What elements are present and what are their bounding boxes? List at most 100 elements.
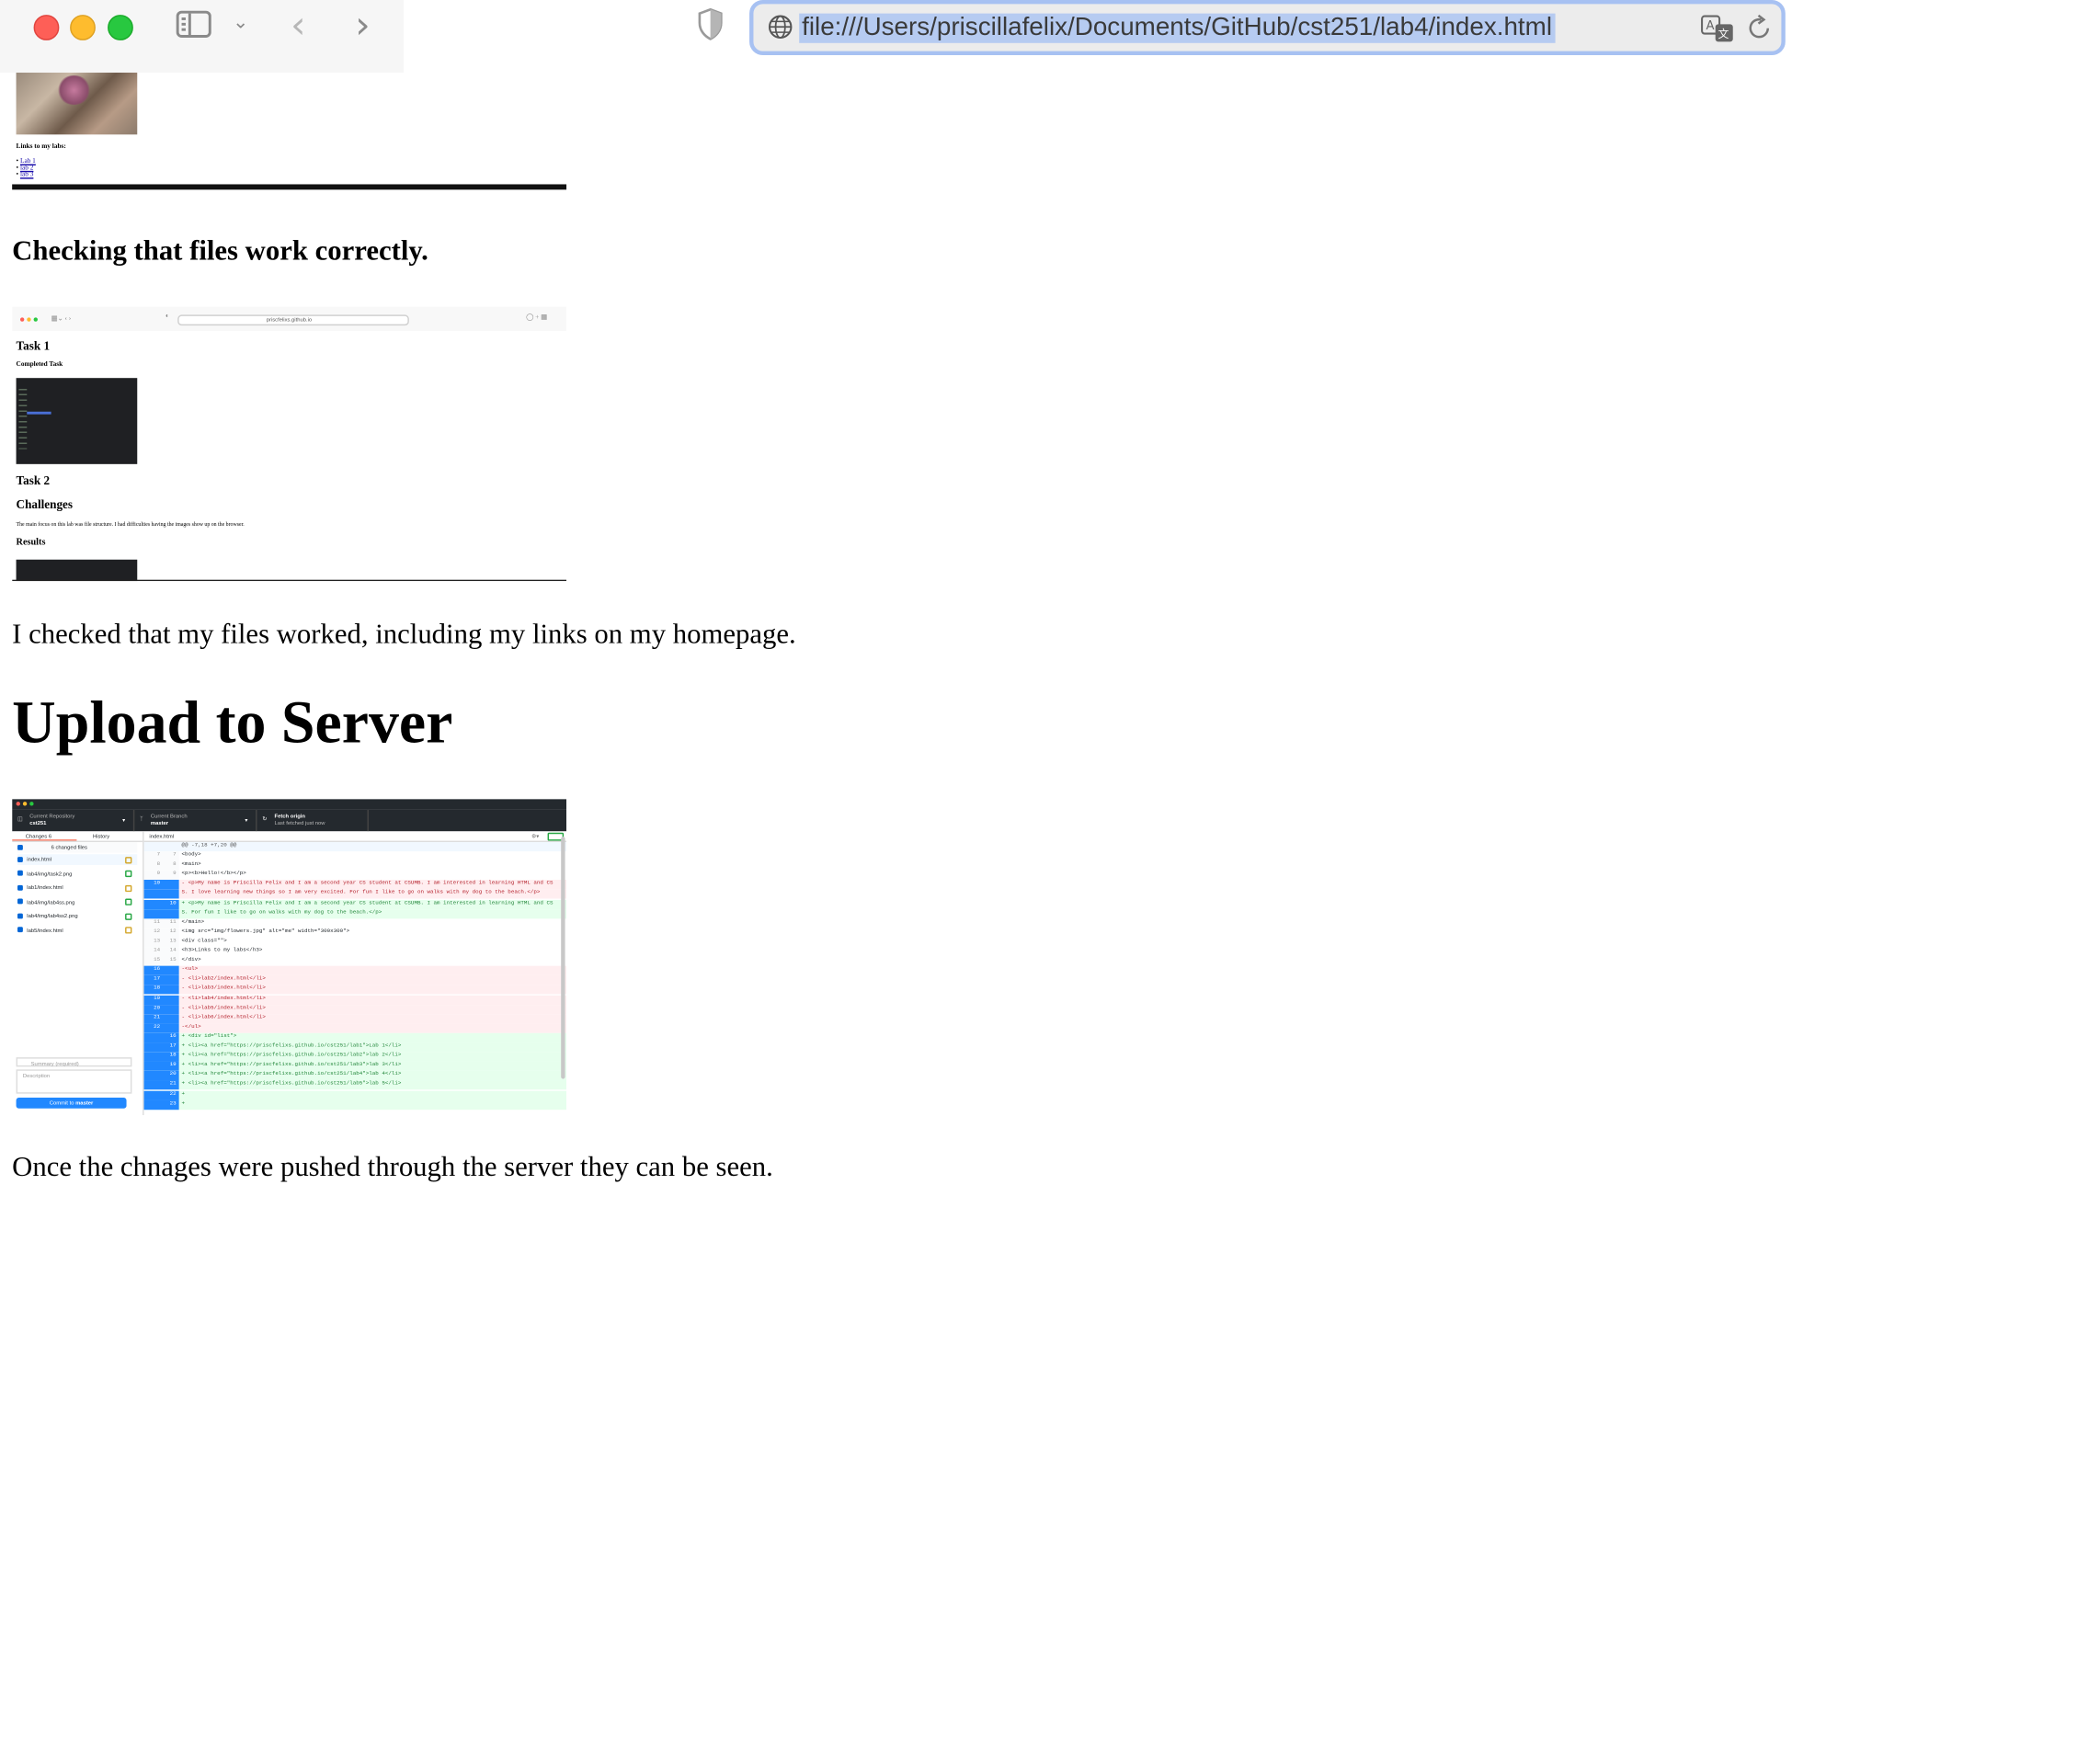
gd-file-checkbox — [17, 899, 23, 905]
sidebar-icon[interactable] — [176, 10, 211, 38]
links-heading: Links to my labs: — [16, 143, 66, 151]
gd-fetch-sub: Last fetched just now — [274, 819, 325, 826]
gd-diff-line: 18 + <li><a href="https://priscfelixs.git… — [143, 1052, 567, 1062]
gd-line-gutter: 14 14 — [143, 947, 179, 957]
github-desktop-screenshot: ◫ Current Repository cst251 ▾ ᛉ Current … — [12, 799, 567, 1116]
gd-line-gutter — [143, 889, 179, 900]
lab-page-screenshot: ▦⌄ ‹ › ◐ priscfelixs.github.io ◯ + ▦ Tas… — [12, 306, 567, 582]
gd-diff-line: 12 12 <img src="img/flowers.jpg" alt="me"… — [143, 928, 567, 938]
gd-diff-line: 19- <li>lab4/index.html</li> — [143, 995, 567, 1005]
gd-diff-panel: index.html ⚙▾ @@ -7,18 +7,20 @@ 77 <body… — [143, 831, 567, 1116]
checking-heading: Checking that files work correctly. — [12, 233, 428, 267]
gd-diff-line: 10 + <p>My name is Priscilla Felix and I … — [143, 899, 567, 909]
back-arrow-icon[interactable]: ‹ — [291, 3, 305, 47]
gd-file-status-badge — [125, 927, 132, 934]
gd-line-gutter: 99 — [143, 871, 179, 881]
gd-scrollbar — [561, 837, 565, 1079]
upload-caption: Once the chnages were pushed through the… — [12, 1150, 773, 1183]
task2-heading: Task 2 — [16, 473, 51, 487]
gd-repo-icon: ◫ — [17, 814, 23, 823]
mini-zoom-dot — [33, 317, 38, 322]
gd-line-gutter: 18 — [143, 1052, 179, 1062]
gd-diff-line: 13 13 <div class=""> — [143, 937, 567, 948]
gd-line-gutter: 19 — [143, 995, 179, 1005]
gd-branch-name: master — [150, 819, 169, 826]
svg-text:A: A — [1706, 19, 1714, 33]
gd-file-status-badge — [125, 856, 132, 863]
gd-sidebar: Changes 6 History 6 changed files index.… — [12, 831, 144, 1116]
gd-file-checkbox — [17, 884, 23, 891]
task1-heading: Task 1 — [16, 338, 51, 353]
gd-diff-line: 88 <main> — [143, 860, 567, 871]
forward-arrow-icon[interactable]: › — [355, 3, 370, 47]
gd-diff-line: 11 11 </main> — [143, 917, 567, 928]
completed-task-label: Completed Task — [16, 361, 63, 369]
gd-fetch-button: ↻ Fetch origin Last fetched just now — [257, 809, 369, 832]
chevron-down-icon[interactable]: ⌄ — [233, 12, 248, 33]
checking-caption: I checked that my files worked, includin… — [12, 617, 796, 650]
gd-tab-history: History — [92, 832, 110, 840]
gd-line-gutter: 17 — [143, 975, 179, 985]
url-text[interactable]: file:///Users/priscillafelix/Documents/G… — [799, 13, 1555, 43]
gd-diff-line: 14 14 <h3>Links to my labs</h3> — [143, 947, 567, 957]
gd-tabs: Changes 6 History — [12, 831, 143, 843]
gd-diff-line: 16 + <div id="list"> — [143, 1032, 567, 1042]
gd-summary-field: Summary (required) — [16, 1057, 132, 1067]
gd-hunk-header: @@ -7,18 +7,20 @@ — [143, 842, 567, 852]
gd-line-gutter: 19 — [143, 1061, 179, 1072]
gd-line-gutter: 22 — [143, 1023, 179, 1033]
mini-browser-bar: ▦⌄ ‹ › ◐ priscfelixs.github.io ◯ + ▦ — [12, 306, 567, 331]
divider — [12, 184, 567, 190]
gd-file-checkbox — [17, 857, 23, 862]
address-bar[interactable]: file:///Users/priscillafelix/Documents/G… — [749, 0, 1786, 55]
gd-line-gutter: 16 — [143, 965, 179, 976]
gd-file-row: lab4/img/lab4ss.png — [17, 896, 137, 907]
lab-link-1: • Lab 1 — [16, 158, 36, 165]
gd-fetch-icon: ↻ — [262, 814, 268, 823]
gd-close-dot — [16, 802, 20, 806]
gd-line-gutter: 23 — [143, 1099, 179, 1110]
gd-line-gutter: 15 15 — [143, 956, 179, 966]
gd-diff-line: 18- <li>lab3/index.html</li> — [143, 985, 567, 995]
mini-toolbar-icons: ◯ + ▦ — [526, 314, 548, 322]
gd-repo-label: Current Repository — [29, 812, 75, 820]
gd-fetch-label: Fetch origin — [274, 812, 306, 820]
gd-file-status-badge — [125, 912, 132, 920]
code-screenshot — [16, 378, 138, 464]
browser-toolbar: ⌄ ‹ › file:///Users/priscillafelix/Docum… — [0, 0, 2100, 74]
zoom-window-button[interactable] — [108, 15, 133, 40]
translate-icon[interactable]: A 文 — [1701, 14, 1736, 43]
gd-diff-filename: index.html — [149, 832, 175, 840]
reload-icon[interactable] — [1746, 14, 1773, 43]
homepage-screenshot: Links to my labs: • Lab 1 • lab 2 • lab … — [12, 73, 567, 186]
globe-icon — [768, 15, 793, 39]
gd-diff-line: 20 + <li><a href="https://priscfelixs.git… — [143, 1071, 567, 1081]
gd-branch-label: Current Branch — [150, 812, 188, 820]
gd-branch-icon: ᛉ — [140, 814, 143, 823]
challenges-heading: Challenges — [16, 497, 74, 512]
gd-diff-line: S. I love learning new things so I am ve… — [143, 889, 567, 900]
page: ⌄ ‹ › file:///Users/priscillafelix/Docum… — [0, 0, 2100, 1754]
close-window-button[interactable] — [33, 15, 60, 40]
gd-repo-name: cst251 — [29, 819, 47, 826]
gd-diff-line: 99 <p><b>Hello!</b></p> — [143, 871, 567, 881]
gd-diff-gear-icon: ⚙▾ — [531, 832, 540, 840]
mini-close-dot — [19, 317, 25, 322]
gd-diff-line: 22 -</ul> — [143, 1023, 567, 1033]
minimize-window-button[interactable] — [70, 15, 96, 40]
gd-line-gutter — [143, 908, 179, 918]
gd-diff-line: 20- <li>lab5/index.html</li> — [143, 1004, 567, 1014]
gd-diff-line: 21 + <li><a href="https://priscfelixs.git… — [143, 1080, 567, 1090]
gd-file-status-badge — [125, 870, 132, 878]
gd-line-gutter: 22 — [143, 1090, 179, 1100]
gd-diff-line: 23 + — [143, 1099, 567, 1110]
challenges-text: The main focus on this lab was file stru… — [16, 520, 245, 528]
gd-line-gutter: 20 — [143, 1004, 179, 1014]
gd-line-gutter: 10 — [143, 899, 179, 909]
gd-line-gutter: 77 — [143, 851, 179, 861]
gd-file-row: index.html — [17, 854, 138, 865]
gd-line-gutter: 88 — [143, 860, 179, 871]
results-screenshot — [16, 559, 138, 582]
gd-file-checkbox — [17, 913, 23, 919]
shield-icon[interactable] — [697, 7, 724, 40]
